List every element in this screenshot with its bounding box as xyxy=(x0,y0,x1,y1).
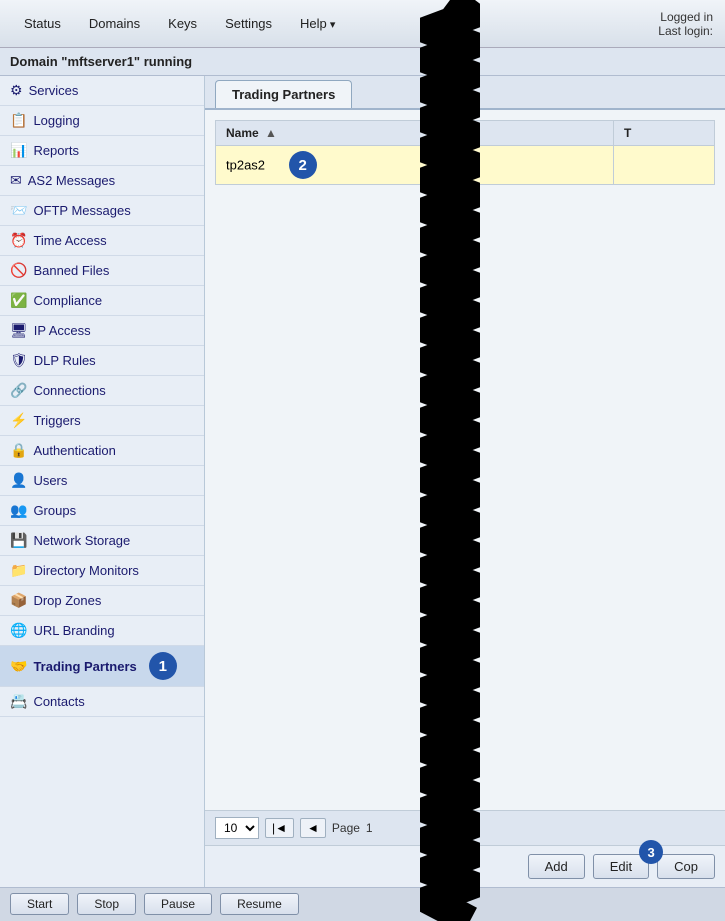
services-icon: ⚙ xyxy=(10,82,23,99)
content-area: Trading Partners Name ▲ T xyxy=(205,76,725,887)
sidebar-item-network-storage[interactable]: 💾 Network Storage xyxy=(0,526,204,556)
domain-header: Domain "mftserver1" running xyxy=(0,48,725,76)
sidebar-item-ip-access[interactable]: 🖥 IP Access xyxy=(0,316,204,346)
sort-arrow-name: ▲ xyxy=(265,126,277,140)
logging-icon: 📋 xyxy=(10,112,27,129)
pause-button[interactable]: Pause xyxy=(144,893,212,915)
sidebar-item-connections[interactable]: 🔗 Connections xyxy=(0,376,204,406)
row-name-cell: tp2as2 2 xyxy=(216,146,614,185)
contacts-icon: 📇 xyxy=(10,693,27,710)
sidebar: ⚙ Services 📋 Logging 📊 Reports ✉ AS2 Mes… xyxy=(0,76,205,887)
sidebar-item-drop-zones[interactable]: 📦 Drop Zones xyxy=(0,586,204,616)
authentication-icon: 🔒 xyxy=(10,442,27,459)
as2-icon: ✉ xyxy=(10,172,22,189)
tab-bar: Trading Partners xyxy=(205,76,725,110)
time-access-icon: ⏰ xyxy=(10,232,27,249)
network-storage-icon: 💾 xyxy=(10,532,27,549)
nav-status[interactable]: Status xyxy=(12,12,73,35)
bottom-bar: Start Stop Pause Resume xyxy=(0,887,725,919)
row-type-cell xyxy=(613,146,714,185)
table-wrapper: Name ▲ T tp2as2 2 xyxy=(205,110,725,810)
edit-badge: 3 xyxy=(639,840,663,864)
nav-settings[interactable]: Settings xyxy=(213,12,284,35)
row-badge: 2 xyxy=(289,151,317,179)
sidebar-item-groups[interactable]: 👥 Groups xyxy=(0,496,204,526)
login-info: Logged in Last login: xyxy=(658,10,713,38)
sidebar-item-banned-files[interactable]: 🚫 Banned Files xyxy=(0,256,204,286)
page-num: 1 xyxy=(366,821,373,835)
ip-access-icon: 🖥 xyxy=(10,322,28,339)
sidebar-item-services[interactable]: ⚙ Services xyxy=(0,76,204,106)
col-name[interactable]: Name ▲ xyxy=(216,121,614,146)
sidebar-item-url-branding[interactable]: 🌐 URL Branding xyxy=(0,616,204,646)
nav-help[interactable]: Help xyxy=(288,12,347,35)
sidebar-item-logging[interactable]: 📋 Logging xyxy=(0,106,204,136)
drop-zones-icon: 📦 xyxy=(10,592,27,609)
start-button[interactable]: Start xyxy=(10,893,69,915)
compliance-icon: ✅ xyxy=(10,292,27,309)
action-bar: Add Edit 3 Cop xyxy=(205,845,725,887)
sidebar-item-directory-monitors[interactable]: 📁 Directory Monitors xyxy=(0,556,204,586)
connections-icon: 🔗 xyxy=(10,382,27,399)
sidebar-item-contacts[interactable]: 📇 Contacts xyxy=(0,687,204,717)
top-bar: Status Domains Keys Settings Help Logged… xyxy=(0,0,725,48)
sidebar-item-authentication[interactable]: 🔒 Authentication xyxy=(0,436,204,466)
trading-partners-icon: 🤝 xyxy=(10,658,27,675)
sidebar-item-as2-messages[interactable]: ✉ AS2 Messages xyxy=(0,166,204,196)
nav-keys[interactable]: Keys xyxy=(156,12,209,35)
sidebar-item-users[interactable]: 👤 Users xyxy=(0,466,204,496)
nav-domains[interactable]: Domains xyxy=(77,12,152,35)
banned-files-icon: 🚫 xyxy=(10,262,27,279)
users-icon: 👤 xyxy=(10,472,27,489)
directory-monitors-icon: 📁 xyxy=(10,562,27,579)
col-type[interactable]: T xyxy=(613,121,714,146)
triggers-icon: ⚡ xyxy=(10,412,27,429)
table-row[interactable]: tp2as2 2 xyxy=(216,146,715,185)
prev-page-btn[interactable]: ◄ xyxy=(300,818,326,838)
sidebar-item-oftp-messages[interactable]: 📨 OFTP Messages xyxy=(0,196,204,226)
sidebar-badge: 1 xyxy=(149,652,177,680)
sidebar-item-trading-partners[interactable]: 🤝 Trading Partners 1 xyxy=(0,646,204,687)
per-page-select[interactable]: 10 25 50 xyxy=(215,817,259,839)
resume-button[interactable]: Resume xyxy=(220,893,299,915)
main-layout: ⚙ Services 📋 Logging 📊 Reports ✉ AS2 Mes… xyxy=(0,76,725,887)
dlp-icon: 🛡 xyxy=(10,352,28,369)
page-label: Page xyxy=(332,821,360,835)
sidebar-item-reports[interactable]: 📊 Reports xyxy=(0,136,204,166)
first-page-btn[interactable]: |◄ xyxy=(265,818,294,838)
sidebar-item-time-access[interactable]: ⏰ Time Access xyxy=(0,226,204,256)
sidebar-item-triggers[interactable]: ⚡ Triggers xyxy=(0,406,204,436)
add-button[interactable]: Add xyxy=(528,854,585,879)
sidebar-item-compliance[interactable]: ✅ Compliance xyxy=(0,286,204,316)
top-nav: Status Domains Keys Settings Help xyxy=(12,12,347,35)
url-branding-icon: 🌐 xyxy=(10,622,27,639)
reports-icon: 📊 xyxy=(10,142,27,159)
trading-partners-table: Name ▲ T tp2as2 2 xyxy=(215,120,715,185)
sidebar-item-dlp-rules[interactable]: 🛡 DLP Rules xyxy=(0,346,204,376)
stop-button[interactable]: Stop xyxy=(77,893,136,915)
oftp-icon: 📨 xyxy=(10,202,27,219)
groups-icon: 👥 xyxy=(10,502,27,519)
copy-button[interactable]: Cop xyxy=(657,854,715,879)
tab-trading-partners[interactable]: Trading Partners xyxy=(215,80,352,108)
